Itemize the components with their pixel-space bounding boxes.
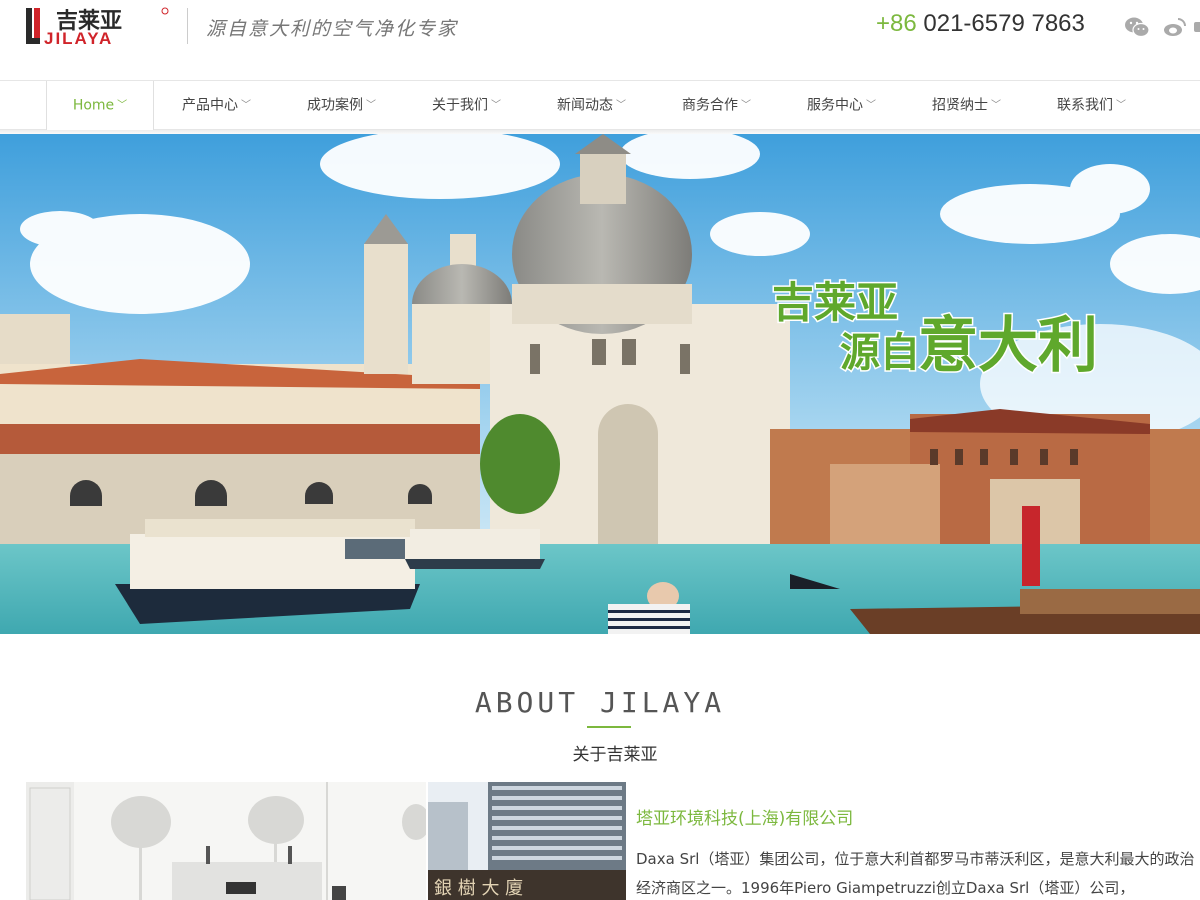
nav-item-label: 招贤纳士 [932,97,988,114]
nav-item-label: 成功案例 [307,97,363,114]
wechat-icon[interactable] [1124,14,1150,40]
nav-item-label: 产品中心 [182,97,238,114]
jilaya-logo[interactable]: 吉莱亚 JILAYA [26,6,170,46]
main-nav: Home ﹀ 产品中心 ﹀ 成功案例 ﹀ 关于我们 ﹀ 新闻动态 ﹀ 商务合作 ﹀ 服务中心… [0,80,1200,131]
nav-item-careers[interactable]: 招贤纳士 ﹀ [904,81,1029,130]
chevron-down-icon: ﹀ [366,100,376,111]
banner-line2b: 意大利 [918,311,1098,381]
site-header: 吉莱亚 JILAYA 源自意大利的空气净化专家 +86 021-6579 786… [0,0,1200,80]
weibo-icon[interactable] [1162,14,1188,40]
nav-item-news[interactable]: 新闻动态 ﹀ [529,81,654,130]
banner-line2a: 源自 [840,330,920,376]
about-title-underline [587,726,631,728]
nav-item-contact[interactable]: 联系我们 ﹀ [1029,81,1154,130]
phone-digits: 021-6579 7863 [923,10,1085,37]
more-social-icon[interactable] [1192,14,1200,40]
logo-divider [187,8,188,44]
chevron-down-icon: ﹀ [866,100,876,111]
chevron-down-icon: ﹀ [491,100,501,111]
nav-item-label: Home [72,97,115,114]
banner-line1: 吉莱亚 [772,278,898,327]
company-name[interactable]: 塔亚环境科技(上海)有限公司 [636,804,853,829]
building-sign-text: 銀 樹 大 廈 [434,878,523,899]
svg-text:JILAYA: JILAYA [44,29,113,46]
chevron-down-icon: ﹀ [741,100,751,111]
nav-item-about[interactable]: 关于我们 ﹀ [404,81,529,130]
nav-item-label: 新闻动态 [557,97,613,114]
chevron-down-icon: ﹀ [241,100,251,111]
nav-item-home[interactable]: Home ﹀ [46,81,154,131]
nav-item-label: 服务中心 [807,97,863,114]
chevron-down-icon: ﹀ [117,100,128,111]
nav-item-products[interactable]: 产品中心 ﹀ [154,81,279,130]
about-title: ABOUT JILAYA [474,686,726,719]
showroom-image[interactable] [26,782,426,900]
nav-item-label: 联系我们 [1057,97,1113,114]
office-building-image[interactable]: 銀 樹 大 廈 [428,782,626,900]
nav-item-service[interactable]: 服务中心 ﹀ [779,81,904,130]
chevron-down-icon: ﹀ [1116,100,1126,111]
slogan: 源自意大利的空气净化专家 [206,18,459,40]
nav-item-cases[interactable]: 成功案例 ﹀ [279,81,404,130]
about-subtitle: 关于吉莱亚 [572,745,658,765]
nav-item-label: 关于我们 [432,97,488,114]
nav-item-label: 商务合作 [682,97,738,114]
hero-banner-venice[interactable]: 吉莱亚 源自 意大利 [0,134,1200,634]
phone-country-code: +86 [876,10,917,37]
company-description: Daxa Srl（塔亚）集团公司，位于意大利首都罗马市蒂沃利区，是意大利最大的政… [636,850,1195,897]
chevron-down-icon: ﹀ [616,100,626,111]
chevron-down-icon: ﹀ [991,100,1001,111]
phone-number: +86 021-6579 7863 [876,10,1085,38]
nav-item-business[interactable]: 商务合作 ﹀ [654,81,779,130]
